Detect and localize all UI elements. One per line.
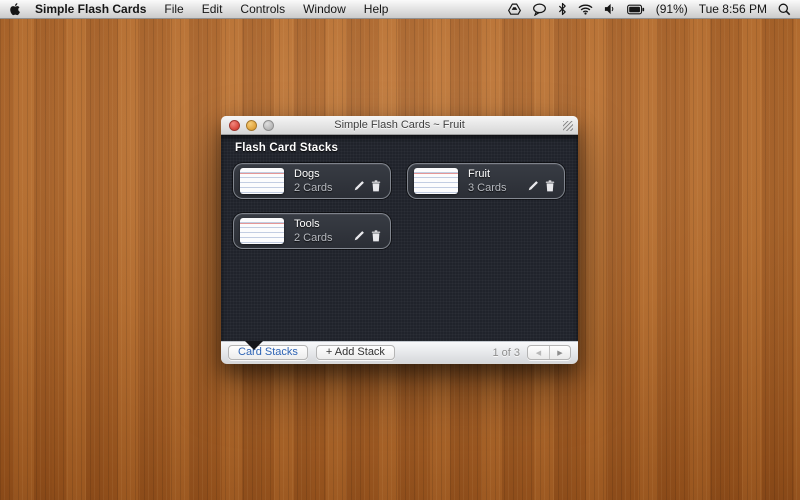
stack-count: 3 Cards — [468, 181, 507, 195]
stack-card-fruit[interactable]: Fruit 3 Cards — [407, 163, 565, 199]
menu-edit[interactable]: Edit — [202, 2, 223, 16]
content-pointer — [245, 341, 263, 350]
stack-info: Dogs 2 Cards — [294, 167, 333, 195]
delete-icon[interactable] — [371, 180, 381, 192]
resize-grip-icon[interactable] — [563, 121, 573, 131]
chat-icon[interactable] — [532, 3, 547, 16]
delete-icon[interactable] — [371, 230, 381, 242]
index-card-icon — [414, 168, 458, 194]
window-title: Simple Flash Cards ~ Fruit — [221, 119, 578, 131]
index-card-icon — [240, 168, 284, 194]
panel-title: Flash Card Stacks — [235, 142, 338, 154]
apple-menu[interactable] — [9, 2, 21, 16]
title-bar[interactable]: Simple Flash Cards ~ Fruit — [221, 116, 578, 135]
stack-actions — [354, 180, 381, 192]
menu-help[interactable]: Help — [364, 2, 389, 16]
menu-window[interactable]: Window — [303, 2, 346, 16]
page-nav: ◀ ▶ — [527, 345, 571, 360]
stacks-panel: Flash Card Stacks Dogs 2 Cards Fruit 3 C… — [221, 135, 578, 341]
app-window: Simple Flash Cards ~ Fruit Flash Card St… — [221, 116, 578, 364]
spotlight-icon[interactable] — [778, 3, 791, 16]
menu-bar: Simple Flash Cards File Edit Controls Wi… — [0, 0, 800, 19]
index-card-icon — [240, 218, 284, 244]
wifi-icon[interactable] — [578, 3, 593, 15]
menu-clock[interactable]: Tue 8:56 PM — [699, 2, 767, 16]
bottom-toolbar: Card Stacks + Add Stack 1 of 3 ◀ ▶ — [221, 341, 578, 363]
edit-icon[interactable] — [354, 180, 365, 192]
stack-actions — [528, 180, 555, 192]
edit-icon[interactable] — [354, 230, 365, 242]
delete-icon[interactable] — [545, 180, 555, 192]
stack-info: Fruit 3 Cards — [468, 167, 507, 195]
stack-name: Fruit — [468, 167, 507, 181]
prev-page-button[interactable]: ◀ — [528, 346, 549, 359]
app-menu-title[interactable]: Simple Flash Cards — [35, 2, 146, 16]
stack-count: 2 Cards — [294, 231, 333, 245]
volume-icon[interactable] — [604, 3, 616, 15]
stack-card-dogs[interactable]: Dogs 2 Cards — [233, 163, 391, 199]
apple-icon — [9, 2, 21, 16]
stack-name: Dogs — [294, 167, 333, 181]
stack-info: Tools 2 Cards — [294, 217, 333, 245]
drive-icon[interactable] — [508, 3, 521, 15]
battery-percent: (91%) — [656, 2, 688, 16]
stack-card-tools[interactable]: Tools 2 Cards — [233, 213, 391, 249]
pagination: 1 of 3 ◀ ▶ — [492, 345, 571, 360]
next-page-button[interactable]: ▶ — [549, 346, 570, 359]
menu-items: File Edit Controls Window Help — [164, 2, 388, 16]
bluetooth-icon[interactable] — [558, 2, 567, 16]
menu-status-area: (91%) Tue 8:56 PM — [508, 2, 791, 16]
add-stack-button[interactable]: + Add Stack — [316, 345, 395, 360]
battery-icon[interactable] — [627, 4, 645, 15]
menu-file[interactable]: File — [164, 2, 183, 16]
card-stacks-button[interactable]: Card Stacks — [228, 345, 308, 360]
stack-name: Tools — [294, 217, 333, 231]
menu-controls[interactable]: Controls — [240, 2, 285, 16]
edit-icon[interactable] — [528, 180, 539, 192]
stack-count: 2 Cards — [294, 181, 333, 195]
stack-actions — [354, 230, 381, 242]
page-indicator: 1 of 3 — [492, 347, 520, 359]
